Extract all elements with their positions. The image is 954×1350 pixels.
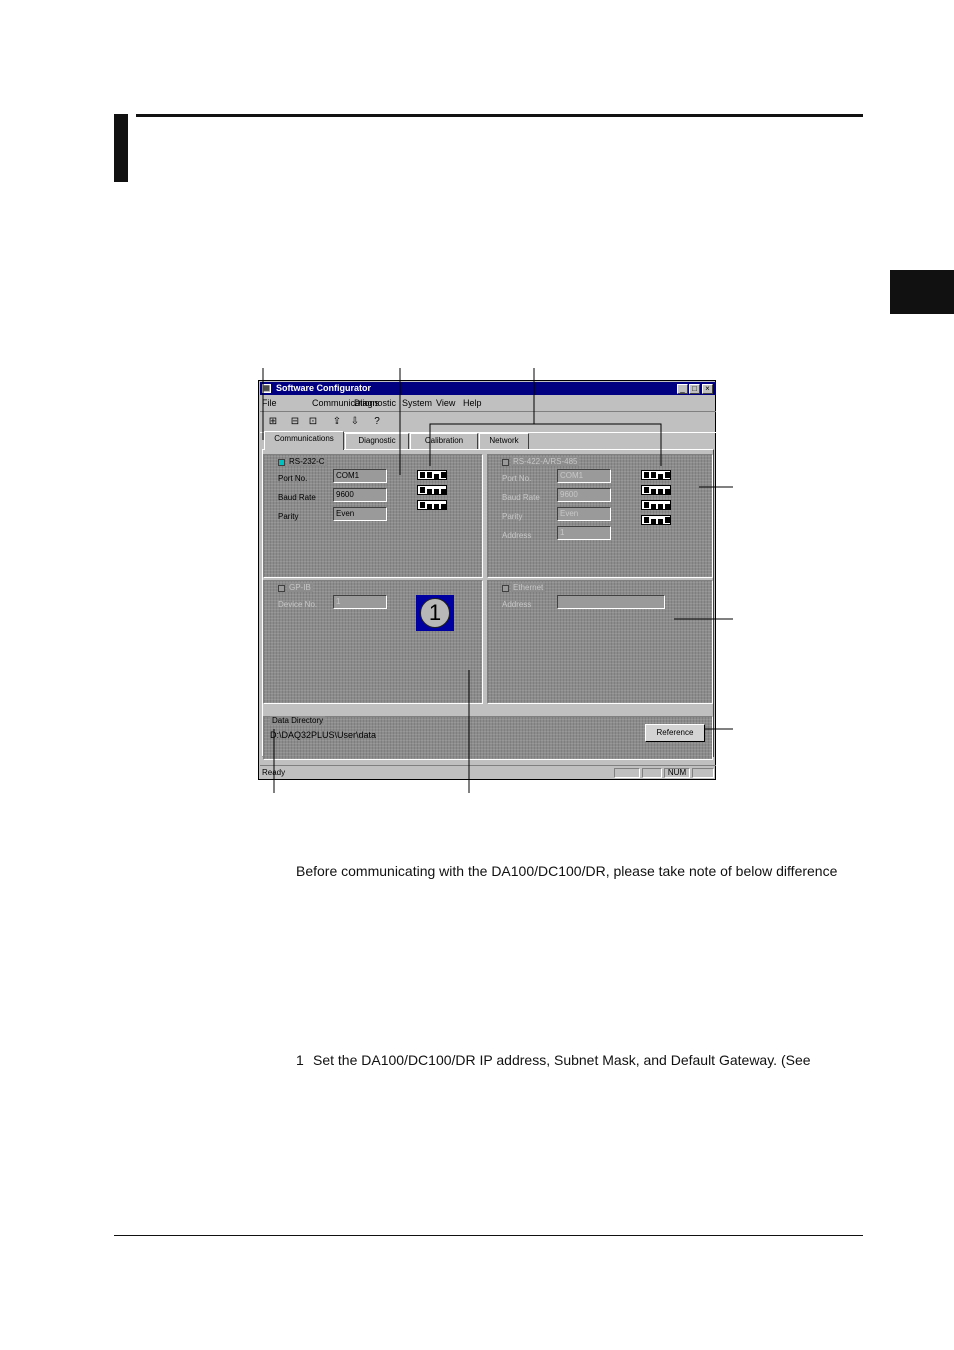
leader-line [429, 423, 662, 466]
step-text: Set the DA100/DC100/DR IP address, Subne… [313, 1052, 811, 1068]
callout-leaders [262, 368, 733, 793]
step-number: 1 [296, 1052, 304, 1068]
note-paragraph: Before communicating with the DA100/DC10… [296, 863, 838, 879]
tab-communications[interactable]: Communications [264, 431, 344, 450]
